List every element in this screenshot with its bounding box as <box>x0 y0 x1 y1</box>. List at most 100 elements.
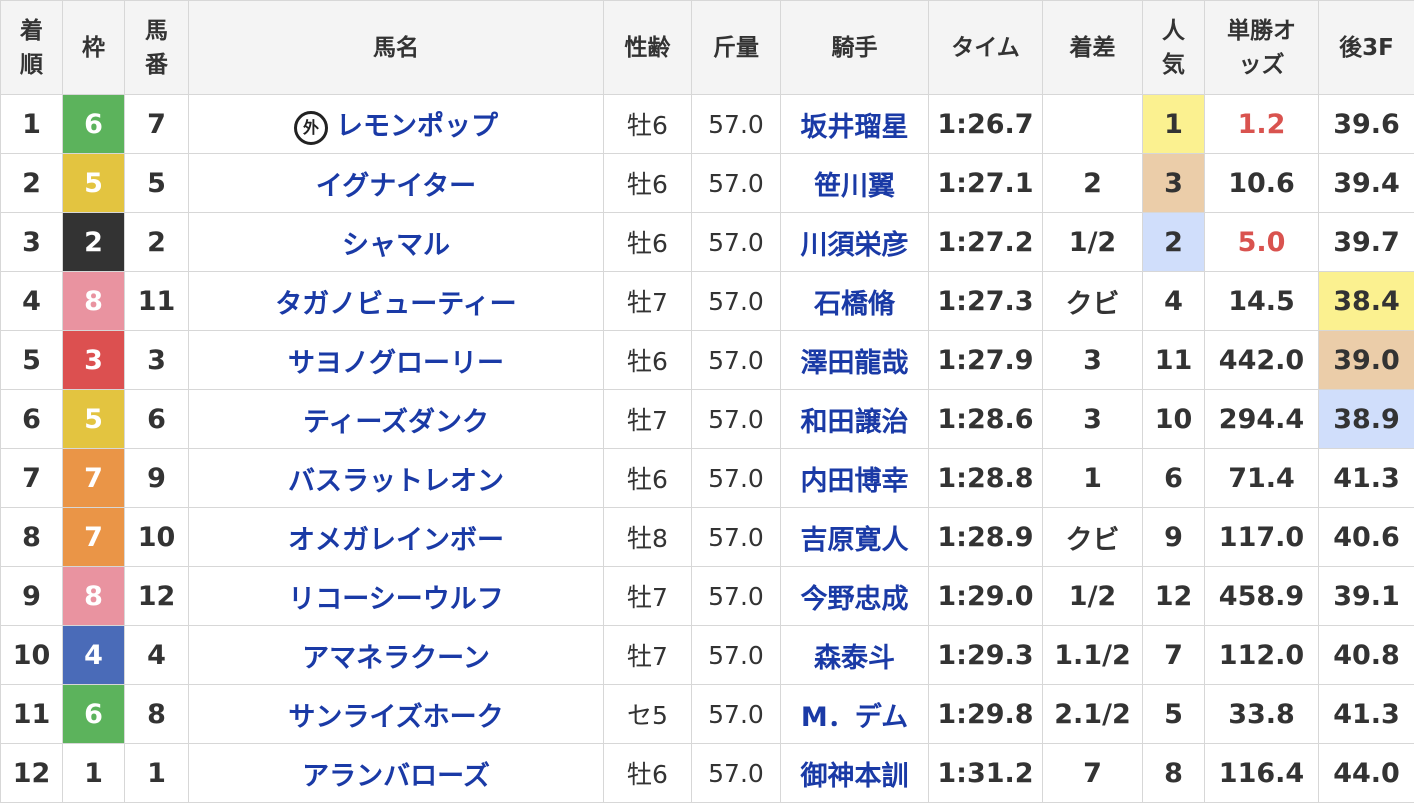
cell-jockey-link[interactable]: M．デム <box>780 684 929 744</box>
cell-horse-no: 10 <box>124 507 189 567</box>
cell-horse-no: 3 <box>124 330 189 390</box>
cell-jockey-link[interactable]: 石橋脩 <box>780 271 929 331</box>
cell-horse-name[interactable]: オメガレインボー <box>188 507 604 567</box>
cell-time: 1:29.8 <box>928 684 1043 744</box>
cell-horse-name[interactable]: サヨノグローリー <box>188 330 604 390</box>
cell-win-odds: 14.5 <box>1204 271 1319 331</box>
cell-time: 1:29.3 <box>928 625 1043 685</box>
cell-horse-name[interactable]: シャマル <box>188 212 604 272</box>
cell-time: 1:27.1 <box>928 153 1043 213</box>
cell-horse-name[interactable]: サンライズホーク <box>188 684 604 744</box>
cell-jockey-link[interactable]: 川須栄彦 <box>780 212 929 272</box>
cell-jockey-link[interactable]: 和田譲治 <box>780 389 929 449</box>
cell-last-3f: 41.3 <box>1318 684 1414 744</box>
cell-last-3f: 40.8 <box>1318 625 1414 685</box>
cell-popularity: 12 <box>1142 566 1205 626</box>
cell-horse-no: 2 <box>124 212 189 272</box>
cell-margin: クビ <box>1042 507 1143 567</box>
cell-win-odds: 10.6 <box>1204 153 1319 213</box>
cell-last-3f: 39.6 <box>1318 94 1414 154</box>
cell-time: 1:31.2 <box>928 743 1043 803</box>
horse-name-link[interactable]: アランバローズ <box>302 761 490 792</box>
cell-frame: 7 <box>62 448 125 508</box>
horse-name-link[interactable]: オメガレインボー <box>288 525 504 556</box>
cell-order: 11 <box>0 684 63 744</box>
cell-win-odds: 442.0 <box>1204 330 1319 390</box>
header-order: 着順 <box>0 0 63 95</box>
cell-frame: 5 <box>62 389 125 449</box>
cell-sex-age: 牡6 <box>603 212 692 272</box>
cell-frame: 7 <box>62 507 125 567</box>
cell-sex-age: 牡7 <box>603 566 692 626</box>
cell-jockey-link[interactable]: 吉原寛人 <box>780 507 929 567</box>
cell-jockey-link[interactable]: 内田博幸 <box>780 448 929 508</box>
cell-sex-age: 牡6 <box>603 330 692 390</box>
cell-margin: 1/2 <box>1042 566 1143 626</box>
horse-name-link[interactable]: シャマル <box>342 230 450 261</box>
cell-horse-name[interactable]: 外レモンポップ <box>188 94 604 154</box>
cell-popularity: 10 <box>1142 389 1205 449</box>
cell-sex-age: 牡6 <box>603 153 692 213</box>
header-frame: 枠 <box>62 0 125 95</box>
cell-horse-no: 6 <box>124 389 189 449</box>
cell-win-odds: 33.8 <box>1204 684 1319 744</box>
horse-name-link[interactable]: タガノビューティー <box>275 289 516 320</box>
cell-jockey-link[interactable]: 笹川翼 <box>780 153 929 213</box>
cell-horse-name[interactable]: リコーシーウルフ <box>188 566 604 626</box>
cell-frame: 3 <box>62 330 125 390</box>
horse-name-link[interactable]: リコーシーウルフ <box>288 584 503 615</box>
cell-horse-name[interactable]: アランバローズ <box>188 743 604 803</box>
cell-jockey-link[interactable]: 坂井瑠星 <box>780 94 929 154</box>
cell-horse-no: 1 <box>124 743 189 803</box>
cell-jockey-link[interactable]: 御神本訓 <box>780 743 929 803</box>
cell-horse-no: 8 <box>124 684 189 744</box>
cell-horse-name[interactable]: タガノビューティー <box>188 271 604 331</box>
cell-jockey-link[interactable]: 澤田龍哉 <box>780 330 929 390</box>
cell-last-3f: 40.6 <box>1318 507 1414 567</box>
cell-weight: 57.0 <box>691 566 781 626</box>
cell-frame: 4 <box>62 625 125 685</box>
cell-weight: 57.0 <box>691 507 781 567</box>
cell-popularity: 6 <box>1142 448 1205 508</box>
horse-name-link[interactable]: サヨノグローリー <box>288 348 504 379</box>
header-horse-no: 馬番 <box>124 0 189 95</box>
cell-horse-name[interactable]: イグナイター <box>188 153 604 213</box>
cell-order: 1 <box>0 94 63 154</box>
cell-sex-age: 牡7 <box>603 389 692 449</box>
table-row: 10 4 4 アマネラクーン 牡7 57.0 森泰斗 1:29.3 1.1/2 7 112.0 40.… <box>0 625 1414 685</box>
header-order-label: 着順 <box>20 17 43 78</box>
cell-last-3f: 44.0 <box>1318 743 1414 803</box>
horse-name-link[interactable]: バスラットレオン <box>288 466 504 497</box>
horse-name-link[interactable]: アマネラクーン <box>302 643 490 674</box>
cell-sex-age: 牡6 <box>603 94 692 154</box>
cell-horse-name[interactable]: バスラットレオン <box>188 448 604 508</box>
cell-margin <box>1042 94 1143 154</box>
cell-win-odds: 1.2 <box>1204 94 1319 154</box>
cell-jockey-link[interactable]: 今野忠成 <box>780 566 929 626</box>
table-row: 3 2 2 シャマル 牡6 57.0 川須栄彦 1:27.2 1/2 2 5.0 39.7 <box>0 212 1414 272</box>
table-row: 12 1 1 アランバローズ 牡6 57.0 御神本訓 1:31.2 7 8 116.4 44.0 <box>0 743 1414 803</box>
cell-win-odds: 5.0 <box>1204 212 1319 272</box>
cell-time: 1:28.6 <box>928 389 1043 449</box>
results-body: 1 6 7 外レモンポップ 牡6 57.0 坂井瑠星 1:26.7 1 1.2 39.6 2 5 5 イグナ… <box>0 94 1414 803</box>
cell-order: 5 <box>0 330 63 390</box>
cell-time: 1:26.7 <box>928 94 1043 154</box>
horse-name-link[interactable]: サンライズホーク <box>288 702 503 733</box>
cell-horse-name[interactable]: ティーズダンク <box>188 389 604 449</box>
cell-time: 1:28.8 <box>928 448 1043 508</box>
header-margin: 着差 <box>1042 0 1143 95</box>
cell-margin: 1/2 <box>1042 212 1143 272</box>
cell-popularity: 11 <box>1142 330 1205 390</box>
cell-weight: 57.0 <box>691 94 781 154</box>
cell-time: 1:28.9 <box>928 507 1043 567</box>
cell-last-3f: 38.9 <box>1318 389 1414 449</box>
cell-win-odds: 294.4 <box>1204 389 1319 449</box>
horse-name-link[interactable]: ティーズダンク <box>303 407 489 438</box>
cell-popularity: 3 <box>1142 153 1205 213</box>
horse-name-link[interactable]: レモンポップ <box>336 111 498 142</box>
cell-horse-name[interactable]: アマネラクーン <box>188 625 604 685</box>
horse-name-link[interactable]: イグナイター <box>316 171 476 202</box>
cell-jockey-link[interactable]: 森泰斗 <box>780 625 929 685</box>
results-table: 着順 枠 馬番 馬名 性齢 斤量 騎手 タイム 着差 人気 単勝オッズ 後3F … <box>0 0 1414 803</box>
cell-order: 7 <box>0 448 63 508</box>
